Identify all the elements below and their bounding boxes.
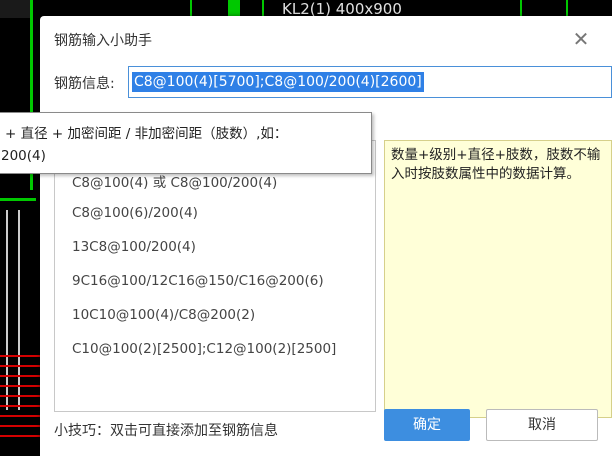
description-text: 数量+级别+直径+肢数，肢数不输入时按肢数属性中的数据计算。 <box>391 147 601 182</box>
list-item[interactable]: C10@100(2)[2500];C12@100(2)[2500] <box>72 341 336 357</box>
rebar-input-dialog: 钢筋输入小助手 ✕ 钢筋信息: C8@100(4)[5700];C8@100/2… <box>40 16 612 456</box>
list-item[interactable]: 10C10@100(4)/C8@200(2) <box>72 307 255 323</box>
tip-text: 小技巧：双击可直接添加至钢筋信息 <box>54 423 278 439</box>
close-icon[interactable]: ✕ <box>570 28 592 50</box>
tooltip-line-1: + 直径 + 加密间距 / 非加密间距（肢数）,如： <box>5 126 288 142</box>
cancel-button[interactable]: 取消 <box>486 409 598 441</box>
example-list[interactable]: C8@100(4) 或 C8@100/200(4) C8@100(6)/200(… <box>54 140 376 412</box>
list-item[interactable]: 13C8@100/200(4) <box>72 239 196 255</box>
rebar-info-label: 钢筋信息: <box>54 76 115 92</box>
format-tooltip: + 直径 + 加密间距 / 非加密间距（肢数）,如： 200(4) <box>0 112 372 174</box>
description-panel: 数量+级别+直径+肢数，肢数不输入时按肢数属性中的数据计算。 <box>384 140 612 418</box>
list-item[interactable]: C8@100(6)/200(4) <box>72 205 198 221</box>
dialog-title: 钢筋输入小助手 <box>54 33 152 49</box>
list-item[interactable]: C8@100(4) 或 C8@100/200(4) <box>72 171 277 191</box>
ok-button[interactable]: 确定 <box>384 409 470 441</box>
rebar-info-input[interactable]: C8@100(4)[5700];C8@100/200(4)[2600] <box>128 66 612 98</box>
tooltip-line-2: 200(4) <box>1 148 46 164</box>
rebar-info-value: C8@100(4)[5700];C8@100/200(4)[2600] <box>132 72 424 92</box>
list-item[interactable]: 9C16@100/12C16@150/C16@200(6) <box>72 273 324 289</box>
